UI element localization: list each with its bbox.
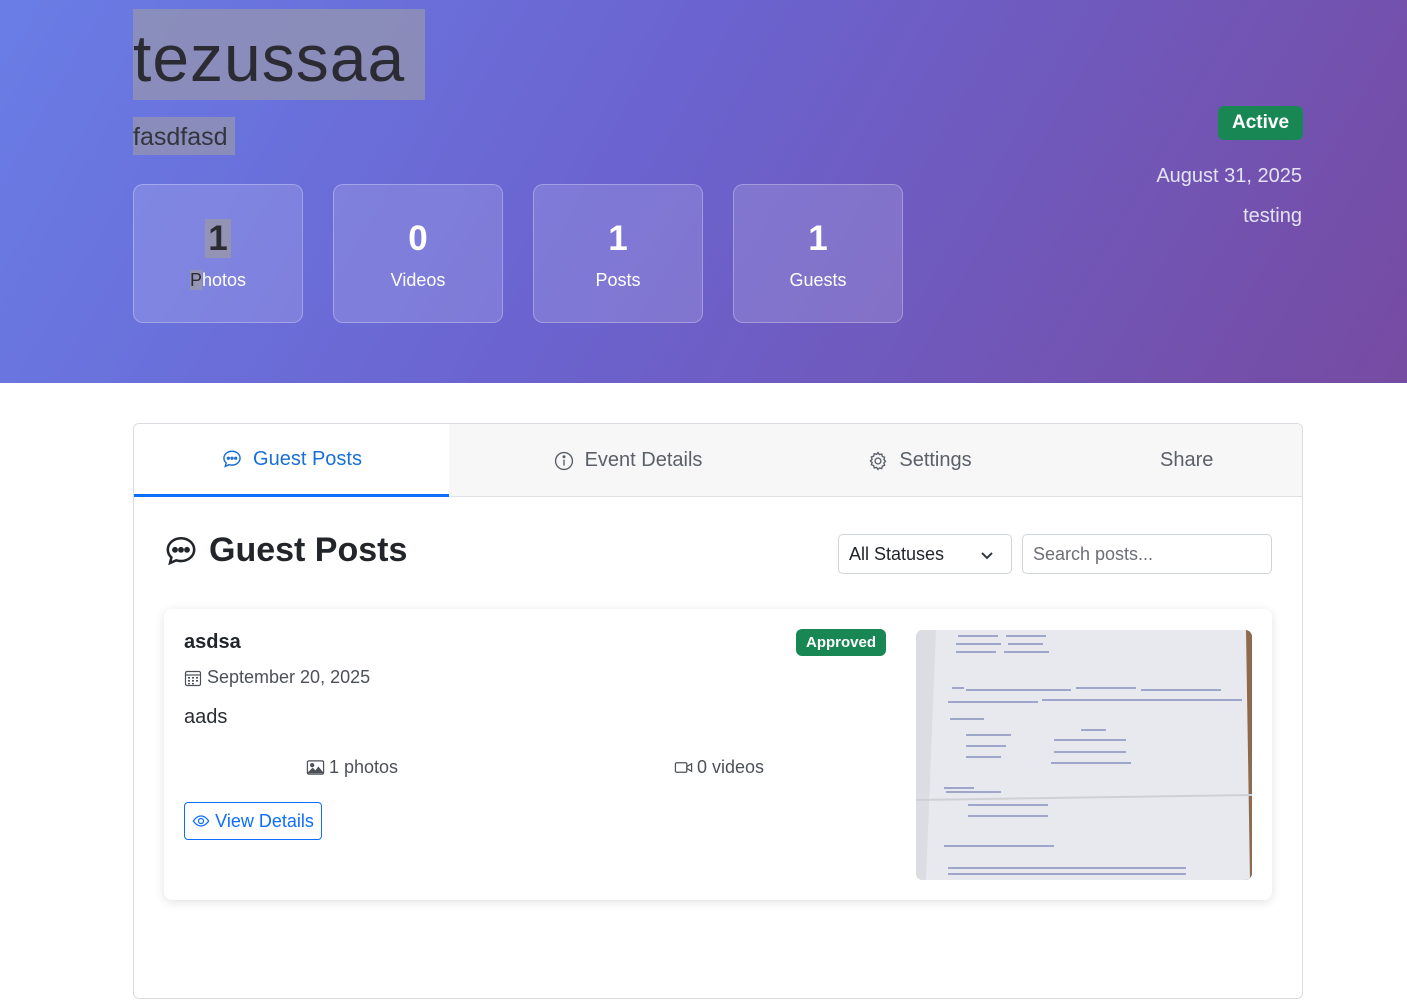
tab-bar: Guest Posts Event Details Settings Share xyxy=(134,424,1302,497)
event-subtitle: fasdfasd xyxy=(133,117,235,155)
stat-photos-value: 1 xyxy=(205,219,231,258)
info-circle-icon xyxy=(554,451,573,470)
post-status-badge: Approved xyxy=(796,629,886,656)
search-input[interactable] xyxy=(1022,534,1272,574)
post-video-count-text: 0 videos xyxy=(697,757,765,777)
tab-guest-posts[interactable]: Guest Posts xyxy=(134,424,449,497)
stat-videos-label: Videos xyxy=(390,270,446,290)
eye-icon xyxy=(192,815,210,827)
tab-guest-posts-label: Guest Posts xyxy=(253,447,362,470)
post-message: aads xyxy=(184,706,228,728)
post-video-count: 0 videos xyxy=(674,757,764,778)
section-title: Guest Posts xyxy=(209,531,408,569)
handwritten-note-photo xyxy=(916,630,1252,880)
stat-posts-value: 1 xyxy=(608,219,628,258)
chevron-down-icon xyxy=(981,552,993,560)
chat-dots-icon xyxy=(166,536,196,565)
status-filter-select[interactable]: All Statuses xyxy=(838,534,1012,574)
stat-guests-label: Guests xyxy=(789,270,847,290)
stat-guests-value: 1 xyxy=(808,219,828,258)
gear-icon xyxy=(869,450,887,471)
event-title: tezussaa xyxy=(133,9,426,100)
stat-photos: 1 Photos xyxy=(133,184,303,323)
video-camera-icon xyxy=(674,762,693,773)
stat-posts-label: Posts xyxy=(595,270,641,290)
event-date: August 31, 2025 xyxy=(1156,165,1302,187)
view-details-button[interactable]: View Details xyxy=(184,802,322,840)
post-date-text: September 20, 2025 xyxy=(207,667,371,687)
stat-photos-label: Photos xyxy=(189,270,247,290)
stat-guests: 1 Guests xyxy=(733,184,903,323)
tab-share[interactable]: Share xyxy=(1033,424,1302,497)
post-photo-count: 1 photos xyxy=(306,757,398,778)
post-card: asdsa Approved September 20, 2025 aads 1… xyxy=(164,609,1272,900)
status-filter-value: All Statuses xyxy=(849,544,945,564)
view-details-label: View Details xyxy=(215,810,314,831)
calendar-icon xyxy=(184,670,202,686)
event-status-badge: Active xyxy=(1218,106,1303,140)
stat-photos-label-selection: P xyxy=(189,270,202,290)
stat-videos-value: 0 xyxy=(408,219,428,258)
section-heading: Guest Posts xyxy=(163,531,407,570)
post-photo-count-text: 1 photos xyxy=(329,757,399,777)
chat-dots-icon xyxy=(223,450,241,468)
event-hero: tezussaa fasdfasd 1 Photos 0 Videos 1 Po… xyxy=(0,0,1407,383)
stat-posts: 1 Posts xyxy=(533,184,703,323)
tab-event-details-label: Event Details xyxy=(584,449,703,471)
tab-settings-label: Settings xyxy=(899,449,972,471)
event-panel: Guest Posts Event Details Settings Share… xyxy=(133,423,1303,999)
tab-event-details[interactable]: Event Details xyxy=(449,424,806,497)
image-icon xyxy=(306,760,325,775)
event-location: testing xyxy=(1243,205,1302,227)
tab-settings[interactable]: Settings xyxy=(806,424,1033,497)
stat-videos: 0 Videos xyxy=(333,184,503,323)
post-date: September 20, 2025 xyxy=(184,667,370,688)
post-author: asdsa xyxy=(184,631,241,653)
post-photo-thumbnail[interactable] xyxy=(916,630,1252,880)
tab-share-label: Share xyxy=(1160,449,1214,471)
